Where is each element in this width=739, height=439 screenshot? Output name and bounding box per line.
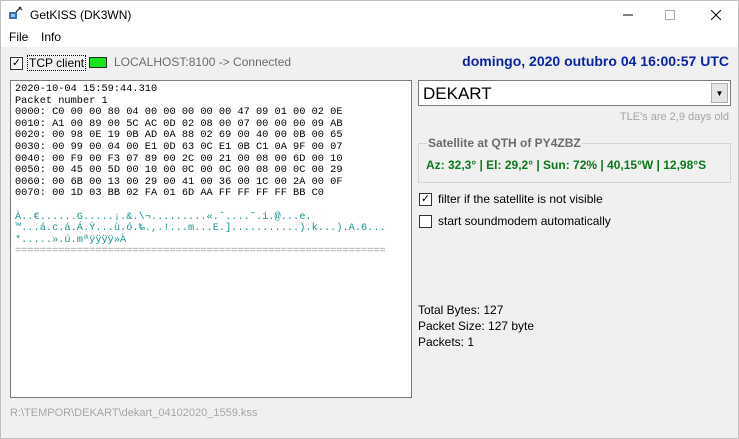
- maximize-button[interactable]: [647, 1, 693, 29]
- log-ascii-line: ™...á.c.á.Á.Ÿ...ù.ó.‰.,.!...m...E.].....…: [15, 222, 386, 235]
- log-blank-line: [15, 200, 407, 212]
- satellite-selected-value: DEKART: [423, 84, 492, 103]
- close-icon: [711, 10, 721, 20]
- filter-visible-label[interactable]: filter if the satellite is not visible: [438, 192, 603, 206]
- qth-groupbox: Satellite at QTH of PY4ZBZ Az: 32,3° | E…: [418, 136, 731, 183]
- soundmodem-option[interactable]: start soundmodem automatically: [419, 213, 611, 229]
- qth-groupbox-title: Satellite at QTH of PY4ZBZ: [427, 136, 582, 150]
- filter-visible-checkbox[interactable]: ✓: [419, 192, 432, 206]
- connection-status-text: LOCALHOST:8100 -> Connected: [114, 55, 292, 69]
- app-window: GetKISS (DK3WN) File Info ✓ TCP client L…: [0, 0, 739, 439]
- title-bar[interactable]: GetKISS (DK3WN): [1, 1, 738, 29]
- chevron-down-icon[interactable]: ▼: [711, 83, 728, 103]
- minimize-button[interactable]: [605, 1, 651, 29]
- maximize-icon: [665, 10, 675, 20]
- app-icon: [7, 6, 23, 22]
- tcp-client-label[interactable]: TCP client: [27, 55, 87, 71]
- tcp-client-checkbox[interactable]: ✓: [10, 56, 23, 70]
- connection-status-led: [89, 57, 107, 68]
- log-hex-line: 0070: 00 1D 03 BB 02 FA 01 6D AA FF FF F…: [15, 187, 324, 200]
- minimize-icon: [623, 14, 633, 16]
- log-header-line: 2020-10-04 15:59:44.310: [15, 83, 158, 95]
- packet-count: Packets: 1: [418, 335, 475, 349]
- log-hex-line: 0050: 00 45 00 5D 00 10 00 0C 00 0C 00 0…: [15, 164, 343, 177]
- close-button[interactable]: [693, 1, 739, 29]
- filter-visible-option[interactable]: ✓ filter if the satellite is not visible: [419, 191, 603, 207]
- log-hex-line: 0030: 00 99 00 04 00 E1 0D 63 0C E1 0B C…: [15, 140, 343, 153]
- satellite-position-values: Az: 32,3° | El: 29,2° | Sun: 72% | 40,15…: [426, 158, 707, 172]
- log-file-path: R:\TEMPOR\DEKART\dekart_04102020_1559.ks…: [10, 407, 258, 419]
- menu-info[interactable]: Info: [41, 30, 61, 44]
- total-bytes: Total Bytes: 127: [418, 303, 504, 317]
- menu-file[interactable]: File: [9, 30, 28, 44]
- menu-bar: File Info: [1, 29, 738, 47]
- soundmodem-checkbox[interactable]: [419, 214, 432, 228]
- packet-log-textarea[interactable]: 2020-10-04 15:59:44.310 Packet number 1 00…: [10, 80, 412, 398]
- tle-age-note: TLE's are 2,9 days old: [619, 111, 729, 123]
- window-title: GetKISS (DK3WN): [30, 8, 132, 22]
- soundmodem-label[interactable]: start soundmodem automatically: [438, 214, 611, 228]
- packet-size: Packet Size: 127 byte: [418, 319, 535, 333]
- utc-datetime: domingo, 2020 outubro 04 16:00:57 UTC: [462, 53, 729, 69]
- satellite-select[interactable]: DEKART ▼: [418, 80, 731, 106]
- log-separator: ========================================…: [15, 245, 386, 258]
- tcp-client-checkbox-row[interactable]: ✓ TCP client: [10, 55, 87, 71]
